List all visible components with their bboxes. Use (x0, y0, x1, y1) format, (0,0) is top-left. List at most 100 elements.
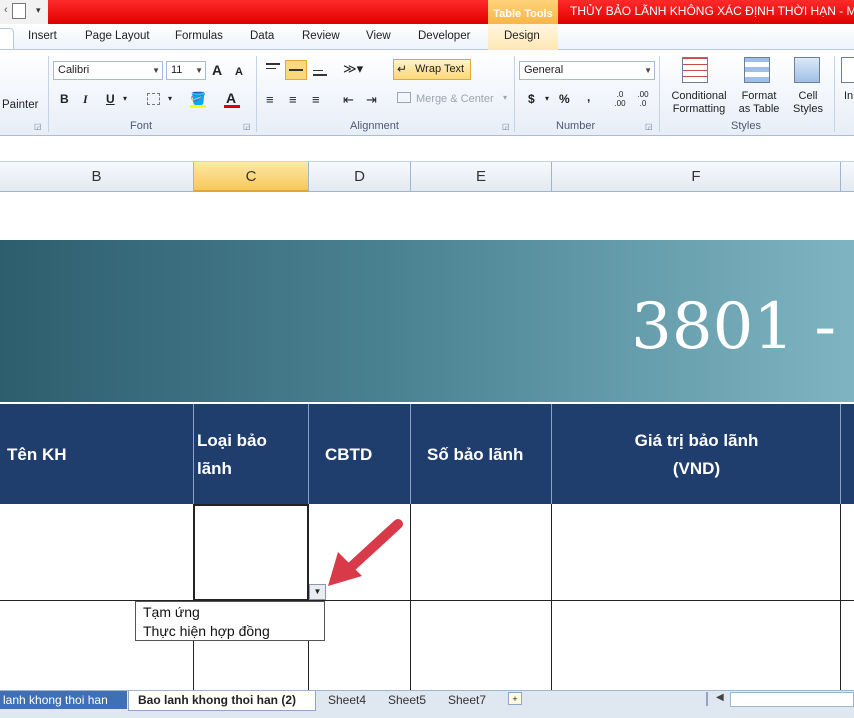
selected-cell[interactable] (193, 504, 309, 601)
clipboard-launcher-icon[interactable]: ◲ (34, 122, 42, 131)
header-ten-kh[interactable]: Tên KH (0, 404, 194, 504)
italic-button[interactable]: I (83, 91, 88, 107)
insert-cells-label: In (844, 90, 854, 102)
font-color-swatch (224, 105, 240, 108)
decrease-indent-icon[interactable]: ⇤ (343, 92, 354, 108)
insert-cells-button[interactable]: In (838, 55, 854, 117)
file-tab[interactable] (0, 28, 14, 50)
underline-button[interactable]: U (106, 91, 115, 107)
group-separator (514, 56, 515, 132)
format-painter-label[interactable]: Painter (2, 99, 38, 111)
header-so-bao-lanh[interactable]: Số bảo lãnh (411, 404, 552, 504)
align-center-icon[interactable]: ≡ (289, 92, 297, 107)
column-header-c[interactable]: C (194, 162, 309, 192)
annotation-arrow-icon (328, 519, 403, 586)
header-loai-bao-lanh[interactable]: Loại bảo lãnh (194, 404, 309, 504)
align-right-icon[interactable]: ≡ (312, 92, 320, 107)
chevron-down-icon: ▼ (195, 66, 203, 75)
chevron-down-icon: ▼ (644, 66, 652, 75)
tab-developer[interactable]: Developer (418, 30, 470, 42)
comma-button[interactable]: , (587, 89, 590, 105)
merge-icon (397, 92, 411, 103)
cell-styles-icon (794, 57, 820, 83)
chevron-down-icon[interactable]: ▾ (123, 91, 127, 107)
align-middle-icon[interactable] (285, 60, 307, 80)
conditional-formatting-icon (682, 57, 708, 83)
scroll-left-icon[interactable]: ◀ (716, 692, 724, 703)
sheet-tab-sheet7[interactable]: Sheet7 (448, 691, 486, 709)
header-label-line-1: Giá trị bảo lãnh (634, 431, 759, 450)
increase-decimal-button[interactable]: .0 .00 (611, 90, 629, 108)
horizontal-scrollbar[interactable] (730, 692, 854, 707)
decrease-decimal-button[interactable]: .00 .0 (634, 90, 652, 108)
column-headers: B C D E F (0, 162, 854, 192)
conditional-formatting-label-2: Formatting (672, 103, 726, 115)
print-preview-icon[interactable] (12, 3, 26, 19)
qat-customize-icon[interactable]: ▾ (36, 5, 41, 16)
dropdown-option-tam-ung[interactable]: Tạm ứng (143, 604, 200, 620)
tab-view[interactable]: View (366, 30, 391, 42)
bold-button[interactable]: B (60, 91, 69, 107)
tab-page-layout[interactable]: Page Layout (85, 30, 150, 42)
font-size-combo[interactable]: 11 ▼ (166, 61, 206, 80)
merge-center-button[interactable]: Merge & Center ▾ (395, 90, 513, 110)
number-launcher-icon[interactable]: ◲ (645, 122, 653, 131)
font-name-value: Calibri (58, 64, 90, 76)
grow-font-button[interactable]: A (212, 62, 222, 78)
tab-insert[interactable]: Insert (28, 30, 57, 42)
cell-styles-button[interactable]: Cell Styles (786, 55, 830, 117)
borders-icon[interactable] (147, 93, 160, 105)
tab-review[interactable]: Review (302, 30, 340, 42)
tab-formulas[interactable]: Formulas (175, 30, 223, 42)
header-label-line-1: Loại bảo (197, 431, 267, 450)
group-separator (48, 56, 49, 132)
column-header-b[interactable]: B (0, 162, 194, 192)
tab-split-handle[interactable] (706, 692, 712, 706)
wrap-text-label: Wrap Text (415, 63, 465, 75)
shrink-font-button[interactable]: A (235, 64, 243, 80)
tab-design[interactable]: Design (504, 30, 540, 42)
font-color-button[interactable]: A (226, 90, 236, 106)
cell-styles-label-2: Styles (793, 103, 823, 115)
chevron-down-icon[interactable]: ▾ (545, 91, 549, 107)
dropdown-list: Tạm ứng Thực hiện hợp đồng (135, 601, 325, 641)
dropdown-option-thuc-hien-hop-dong[interactable]: Thực hiện hợp đồng (143, 623, 270, 639)
sheet-tab-sheet5[interactable]: Sheet5 (388, 691, 426, 709)
header-label: Số bảo lãnh (427, 445, 524, 464)
styles-group-label: Styles (731, 120, 761, 132)
align-left-icon[interactable]: ≡ (266, 92, 274, 107)
column-header-d[interactable]: D (309, 162, 411, 192)
sheet-tab-sheet4[interactable]: Sheet4 (328, 691, 366, 709)
conditional-formatting-button[interactable]: Conditional Formatting (664, 55, 732, 117)
header-label: CBTD (325, 445, 373, 464)
chevron-down-icon[interactable]: ▾ (168, 91, 172, 107)
format-as-table-label-1: Format (741, 90, 777, 102)
header-cbtd[interactable]: CBTD (309, 404, 411, 504)
sheet-tab-active[interactable]: Bao lanh khong thoi han (2) (128, 691, 316, 711)
orientation-icon[interactable]: ≫▾ (343, 61, 363, 77)
insert-cells-icon (841, 57, 854, 83)
align-top-icon[interactable] (266, 61, 280, 69)
font-group-label: Font (130, 120, 153, 132)
increase-indent-icon[interactable]: ⇥ (366, 92, 377, 108)
column-header-e[interactable]: E (411, 162, 552, 192)
format-as-table-icon (744, 57, 770, 83)
align-bottom-icon[interactable] (313, 61, 327, 76)
formula-bar[interactable] (0, 136, 854, 162)
sheet-tab-1[interactable]: lanh khong thoi han (0, 691, 127, 709)
number-format-combo[interactable]: General ▼ (519, 61, 655, 80)
qat-arrow-icon[interactable]: ‹ (4, 4, 8, 16)
tab-data[interactable]: Data (250, 30, 274, 42)
insert-sheet-icon[interactable]: + (508, 692, 522, 705)
header-gia-tri-bao-lanh[interactable]: Giá trị bảo lãnh (VND) (552, 404, 841, 504)
alignment-group-label: Alignment (350, 120, 399, 132)
alignment-launcher-icon[interactable]: ◲ (502, 122, 510, 131)
merge-center-label: Merge & Center (416, 93, 494, 105)
column-header-f[interactable]: F (552, 162, 841, 192)
font-launcher-icon[interactable]: ◲ (243, 122, 251, 131)
wrap-text-button[interactable]: ↵ Wrap Text (393, 59, 471, 80)
font-name-combo[interactable]: Calibri ▼ (53, 61, 163, 80)
percent-button[interactable]: % (559, 91, 570, 107)
currency-button[interactable]: $ (528, 91, 535, 107)
format-as-table-button[interactable]: Format as Table (733, 55, 785, 117)
